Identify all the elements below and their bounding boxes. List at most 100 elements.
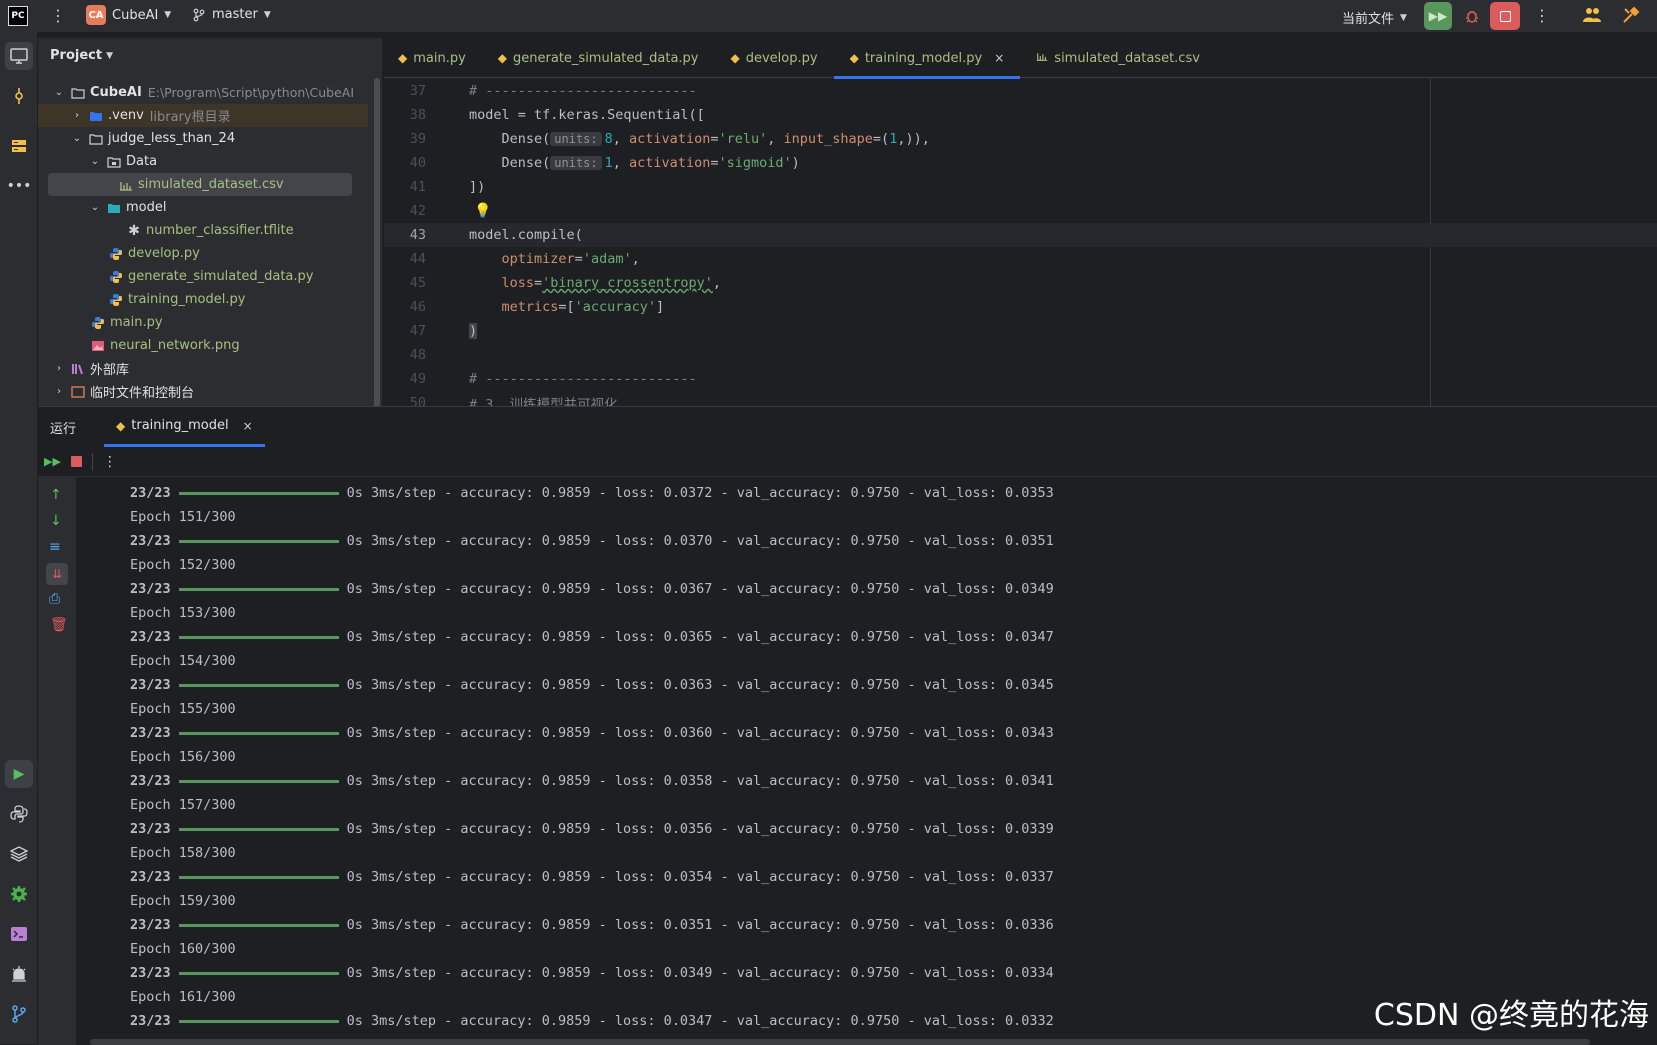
python-file-icon: ◆ — [116, 419, 125, 433]
tree-row-model[interactable]: ⌄ model — [38, 196, 368, 219]
settings-tools-icon[interactable] — [1622, 6, 1640, 28]
code-line[interactable]: 39 Dense(units:8, activation='relu', inp… — [384, 127, 1657, 151]
tree-row-scratches[interactable]: › 临时文件和控制台 — [38, 380, 368, 403]
python-packages-button[interactable] — [5, 840, 33, 868]
problems-button[interactable] — [5, 960, 33, 988]
code-line[interactable]: 40 Dense(units:1, activation='sigmoid') — [384, 151, 1657, 175]
trash-icon[interactable]: 🗑 — [50, 617, 68, 633]
code-line[interactable]: 45 loss='binary_crossentropy', — [384, 271, 1657, 295]
debug-button[interactable] — [1462, 6, 1482, 26]
code-text: ]) — [469, 179, 485, 195]
code-line[interactable]: 47) — [384, 319, 1657, 343]
rerun-icon[interactable]: ▶▶ — [44, 455, 61, 468]
log-line-step: 23/230s 3ms/step - accuracy: 0.9859 - lo… — [130, 769, 1054, 793]
app-logo[interactable]: PC — [8, 6, 28, 26]
chevron-right-icon[interactable]: › — [52, 386, 66, 397]
project-scrollbar[interactable] — [374, 78, 380, 406]
chevron-right-icon[interactable]: › — [52, 363, 66, 374]
code-text: loss='binary_crossentropy', — [469, 275, 721, 291]
log-line-epoch: Epoch 154/300 — [130, 649, 236, 673]
code-token: metrics — [469, 299, 558, 315]
code-line[interactable]: 50# 3. 训练模型并可视化 — [384, 391, 1657, 406]
progress-bar — [179, 588, 339, 591]
tab-training-model[interactable]: ◆ training_model.py × — [834, 38, 1021, 78]
tree-row-generate[interactable]: generate_simulated_data.py — [38, 265, 368, 288]
console-output[interactable]: 23/230s 3ms/step - accuracy: 0.9859 - lo… — [76, 477, 1657, 1045]
progress-bar — [179, 828, 339, 831]
tab-develop-py[interactable]: ◆ develop.py — [715, 38, 834, 78]
run-tab-training-model[interactable]: ◆ training_model × — [104, 407, 265, 447]
tree-row-training[interactable]: training_model.py — [38, 288, 368, 311]
code-line[interactable]: 41]) — [384, 175, 1657, 199]
more-tools-icon[interactable]: ••• — [5, 172, 33, 200]
tab-generate-simulated-data[interactable]: ◆ generate_simulated_data.py — [482, 38, 715, 78]
line-number: 44 — [384, 251, 426, 267]
code-line[interactable]: 44 optimizer='adam', — [384, 247, 1657, 271]
tree-row-venv[interactable]: › .venv library根目录 — [38, 104, 368, 127]
more-actions-icon[interactable]: ⋮ — [1534, 6, 1550, 25]
code-line[interactable]: 42💡 — [384, 199, 1657, 223]
tree-label: develop.py — [128, 246, 200, 261]
line-number: 39 — [384, 131, 426, 147]
tree-row-root[interactable]: ⌄ CubeAI E:\Program\Script\python\CubeAI — [38, 81, 368, 104]
tree-row-external-libs[interactable]: › 外部库 — [38, 357, 368, 380]
log-line-epoch: Epoch 157/300 — [130, 793, 236, 817]
chevron-down-icon[interactable]: ⌄ — [52, 87, 66, 98]
structure-tool-button[interactable] — [5, 132, 33, 160]
console-scrollbar[interactable] — [90, 1039, 1590, 1045]
project-selector[interactable]: CA CubeAI ▼ — [86, 5, 171, 25]
branch-selector[interactable]: master ▼ — [192, 7, 271, 22]
tab-label: training_model.py — [865, 51, 982, 66]
run-config-selector[interactable]: 当前文件 ▼ — [1342, 8, 1407, 27]
chevron-down-icon[interactable]: ⌄ — [70, 133, 84, 144]
tree-row-png[interactable]: neural_network.png — [38, 334, 368, 357]
lightbulb-icon[interactable]: 💡 — [474, 203, 491, 219]
tab-simulated-dataset-csv[interactable]: simulated_dataset.csv — [1020, 38, 1216, 78]
chevron-down-icon[interactable]: ⌄ — [88, 156, 102, 167]
stop-icon[interactable] — [71, 456, 82, 467]
tree-row-main[interactable]: main.py — [38, 311, 368, 334]
close-icon[interactable]: × — [994, 51, 1004, 65]
code-line[interactable]: 46 metrics=['accuracy'] — [384, 295, 1657, 319]
code-token: ) — [792, 155, 800, 171]
tree-row-data[interactable]: ⌄ Data — [38, 150, 368, 173]
code-token: loss — [469, 275, 534, 291]
scroll-to-end-icon[interactable]: ⇊ — [46, 563, 68, 585]
code-line[interactable]: 38model = tf.keras.Sequential([ — [384, 103, 1657, 127]
python-file-icon — [108, 292, 124, 308]
watermark: CSDN @终竟的花海 — [1374, 990, 1649, 1034]
soft-wrap-icon[interactable]: ≡ — [49, 539, 61, 555]
project-tool-button[interactable] — [5, 42, 33, 70]
arrow-down-icon[interactable]: ↓ — [50, 513, 62, 529]
tree-row-judge[interactable]: ⌄ judge_less_than_24 — [38, 127, 368, 150]
arrow-up-icon[interactable]: ↑ — [50, 487, 62, 503]
code-text: # 3. 训练模型并可视化 — [469, 393, 618, 406]
code-line[interactable]: 48 — [384, 343, 1657, 367]
project-panel-header[interactable]: Project ▼ — [50, 48, 113, 63]
code-line[interactable]: 37# -------------------------- — [384, 79, 1657, 103]
code-with-me-icon[interactable] — [1582, 6, 1602, 28]
print-icon[interactable]: ⎙ — [49, 591, 60, 607]
tab-main-py[interactable]: ◆ main.py — [384, 38, 482, 78]
run-tool-button[interactable]: ▶ — [5, 760, 33, 788]
git-button[interactable] — [5, 1000, 33, 1028]
code-line[interactable]: 49# -------------------------- — [384, 367, 1657, 391]
tree-label: 外部库 — [90, 359, 129, 378]
run-button[interactable]: ▶▶ — [1424, 2, 1452, 30]
stop-button[interactable] — [1490, 2, 1520, 30]
branch-name: master — [212, 7, 258, 22]
terminal-button[interactable] — [5, 920, 33, 948]
log-line-step: 23/230s 3ms/step - accuracy: 0.9859 - lo… — [130, 1009, 1054, 1033]
main-menu-icon[interactable]: ⋮ — [50, 6, 66, 25]
services-button[interactable] — [5, 880, 33, 908]
code-line-current[interactable]: 43model.compile( — [384, 223, 1657, 247]
chevron-down-icon[interactable]: ⌄ — [88, 202, 102, 213]
python-console-button[interactable] — [5, 800, 33, 828]
commit-tool-button[interactable] — [5, 82, 33, 110]
tree-row-csv[interactable]: simulated_dataset.csv — [48, 173, 352, 196]
chevron-right-icon[interactable]: › — [70, 110, 84, 121]
more-actions-icon[interactable]: ⋮ — [103, 454, 117, 470]
close-icon[interactable]: × — [243, 419, 253, 433]
tree-row-tflite[interactable]: ✱ number_classifier.tflite — [38, 219, 368, 242]
tree-row-develop[interactable]: develop.py — [38, 242, 368, 265]
